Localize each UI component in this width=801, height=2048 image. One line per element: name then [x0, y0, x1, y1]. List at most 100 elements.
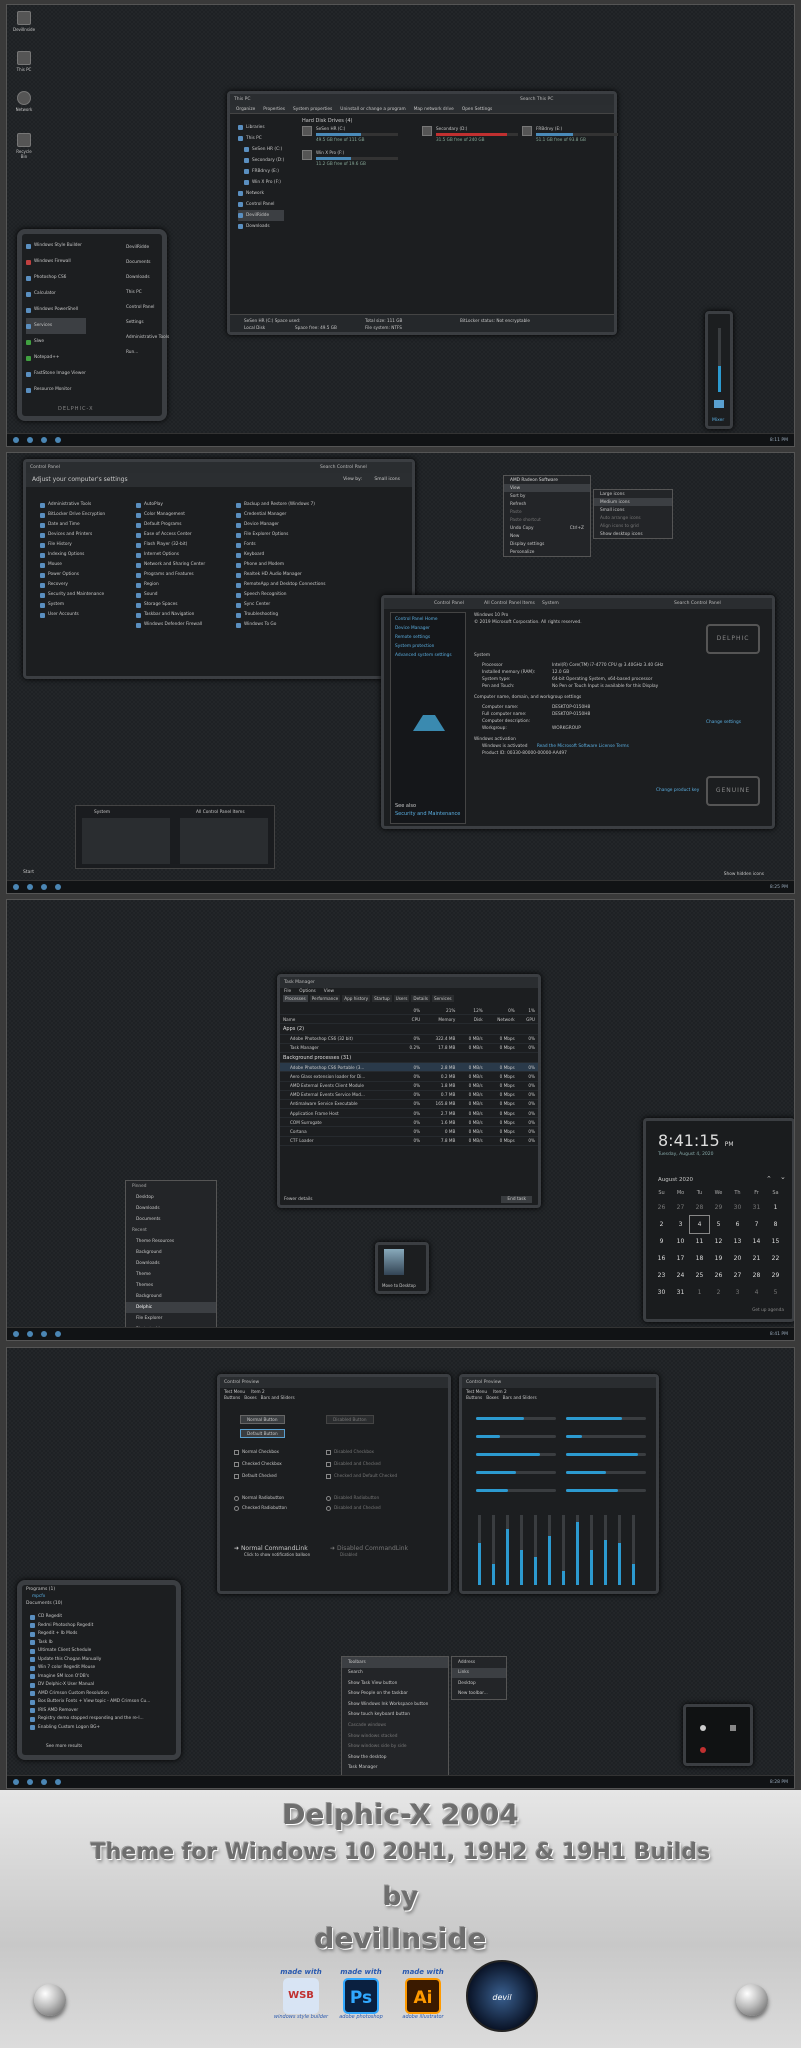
calendar-day[interactable]: 30 — [652, 1284, 671, 1301]
start-place[interactable]: Run... — [126, 345, 169, 360]
cp-item[interactable]: File Explorer Options — [236, 530, 325, 540]
start-icon[interactable] — [13, 1331, 19, 1337]
search-icon[interactable] — [27, 1331, 33, 1337]
menu-item[interactable]: Show windows stacked — [342, 1731, 448, 1742]
taskbar-clock[interactable]: 8:41 PM — [770, 1332, 788, 1337]
start-item[interactable]: Windows PowerShell — [26, 302, 86, 318]
search-input[interactable]: Search This PC — [520, 94, 553, 105]
start-item[interactable]: Resource Monitor — [26, 382, 86, 398]
menu-item[interactable]: New toolbar... — [452, 1689, 506, 1700]
tm-tab[interactable]: Details — [411, 995, 430, 1002]
calendar-day[interactable]: 30 — [728, 1199, 747, 1216]
search-icon[interactable] — [27, 884, 33, 890]
list-item[interactable]: CD Regedit — [30, 1613, 150, 1622]
calendar-day[interactable]: 8 — [766, 1216, 785, 1233]
cp-item[interactable]: Sound — [136, 590, 205, 600]
table-row[interactable]: Task Manager 0.2% 17.8 MB 0 MB/s 0 Mbps 0% — [280, 1043, 538, 1053]
list-item[interactable]: Task Ib — [30, 1639, 150, 1648]
nav-remote[interactable]: Remote settings — [395, 633, 452, 642]
calendar-day[interactable]: 14 — [747, 1233, 766, 1250]
menu-item[interactable]: Desktop — [452, 1678, 506, 1689]
cp-item[interactable]: Speech Recognition — [236, 590, 325, 600]
menu-item[interactable]: Show People on the taskbar — [342, 1689, 448, 1700]
calendar-day[interactable]: 27 — [728, 1267, 747, 1284]
menu-item[interactable]: Search — [342, 1668, 448, 1679]
calendar-day[interactable]: 9 — [652, 1233, 671, 1250]
tray-icon[interactable] — [700, 1725, 706, 1731]
cp-item[interactable]: Taskbar and Navigation — [136, 610, 205, 620]
cp-item[interactable]: Default Programs — [136, 520, 205, 530]
calendar-day[interactable]: 29 — [709, 1199, 728, 1216]
cp-item[interactable]: Keyboard — [236, 550, 325, 560]
calendar-day[interactable]: 16 — [652, 1250, 671, 1267]
calendar-day[interactable]: 28 — [690, 1199, 709, 1216]
vertical-slider[interactable] — [576, 1515, 579, 1585]
jump-item[interactable]: Theme Resources — [126, 1236, 216, 1247]
task-manager-icon[interactable] — [55, 1331, 61, 1337]
cp-item[interactable]: BitLocker Drive Encryption — [40, 510, 105, 520]
ctx-undo[interactable]: Undo Copy — [510, 526, 534, 531]
tm-column-header[interactable]: Network — [485, 1014, 518, 1025]
sys-titlebar[interactable]: Control Panel All Control Panel Items Sy… — [384, 598, 772, 609]
tm-tab[interactable]: App history — [342, 995, 371, 1002]
nav-advanced[interactable]: Advanced system settings — [395, 651, 452, 660]
ctx-new[interactable]: New — [504, 532, 590, 540]
menu-item[interactable]: Show windows side by side — [342, 1742, 448, 1753]
list-item[interactable]: AMD Crimson Custom Resolution — [30, 1690, 150, 1699]
horizontal-slider[interactable] — [566, 1489, 646, 1492]
jump-item[interactable]: Delphic — [126, 1302, 216, 1313]
horizontal-slider[interactable] — [476, 1489, 556, 1492]
chevron-up-icon[interactable]: ⌃ — [766, 1175, 772, 1183]
cp-item[interactable]: Fonts — [236, 540, 325, 550]
nav-protection[interactable]: System protection — [395, 642, 452, 651]
ctx-display-settings[interactable]: Display settings — [504, 540, 590, 548]
horizontal-slider[interactable] — [566, 1453, 646, 1456]
calendar-day[interactable]: 3 — [728, 1284, 747, 1301]
end-task-button[interactable]: End task — [501, 1196, 532, 1203]
radio-button[interactable]: Disabled and Checked — [326, 1505, 381, 1511]
cp-item[interactable]: Storage Spaces — [136, 600, 205, 610]
checkbox[interactable]: Disabled Checkbox — [326, 1449, 374, 1455]
calendar-day[interactable]: 1 — [690, 1284, 709, 1301]
horizontal-slider[interactable] — [476, 1471, 556, 1474]
start-item[interactable]: Services — [26, 318, 86, 334]
table-row[interactable]: Adobe Photoshop CS6 Portable (3... 0% 2.8 … — [280, 1062, 538, 1073]
list-item[interactable]: Win 7 color Regedit Mouse — [30, 1664, 150, 1673]
tm-column-header[interactable]: Disk — [458, 1014, 486, 1025]
nav-cp-home[interactable]: Control Panel Home — [395, 615, 452, 624]
cp-item[interactable]: Backup and Restore (Windows 7) — [236, 500, 325, 510]
calendar-day[interactable]: 26 — [709, 1267, 728, 1284]
start-place[interactable]: DevilRidde — [126, 240, 169, 255]
table-row[interactable]: Adobe Photoshop CS6 (32 bit) 0% 322.4 MB 0 … — [280, 1034, 538, 1044]
thumb-system[interactable]: System — [94, 810, 110, 815]
cp-item[interactable]: Color Management — [136, 510, 205, 520]
ribbon-uninstall[interactable]: Uninstall or change a program — [340, 107, 405, 112]
explorer-icon[interactable] — [41, 1779, 47, 1785]
list-item[interactable]: Bos Butterix Fonts + View topic - AMD Cr… — [30, 1698, 150, 1707]
ribbon-properties[interactable]: Properties — [263, 107, 285, 112]
sub-show-icons[interactable]: Show desktop icons — [594, 530, 672, 538]
cp-item[interactable]: AutoPlay — [136, 500, 205, 510]
nav-item[interactable]: Control Panel — [238, 199, 284, 210]
checkbox[interactable]: Default Checked — [234, 1473, 277, 1479]
checkbox[interactable]: Disabled and Checked — [326, 1461, 381, 1467]
cp-item[interactable]: Administrative Tools — [40, 500, 105, 510]
start-item[interactable]: Windows Style Builder — [26, 238, 86, 254]
cp-item[interactable]: Devices and Printers — [40, 530, 105, 540]
calendar-day[interactable]: 20 — [728, 1250, 747, 1267]
menu-item[interactable]: Address — [452, 1657, 506, 1668]
cp1-titlebar[interactable]: Control Preview — [220, 1377, 448, 1388]
vertical-slider[interactable] — [590, 1515, 593, 1585]
horizontal-slider[interactable] — [566, 1471, 646, 1474]
ctx-view[interactable]: View — [504, 484, 590, 492]
commandlink-normal[interactable]: ➜ Normal CommandLink Click to show notifi… — [234, 1545, 310, 1557]
cp-item[interactable]: Programs and Features — [136, 570, 205, 580]
calendar-day[interactable]: 17 — [671, 1250, 690, 1267]
vertical-slider[interactable] — [478, 1515, 481, 1585]
cp-titlebar[interactable]: Control Panel Search Control Panel — [26, 462, 412, 473]
license-link[interactable]: Read the Microsoft Software License Term… — [537, 744, 629, 749]
chevron-down-icon[interactable]: ⌄ — [780, 1173, 786, 1181]
taskbar-clock[interactable]: 8:11 PM — [770, 438, 788, 443]
horizontal-slider[interactable] — [476, 1435, 556, 1438]
calendar-day[interactable]: 27 — [671, 1199, 690, 1216]
